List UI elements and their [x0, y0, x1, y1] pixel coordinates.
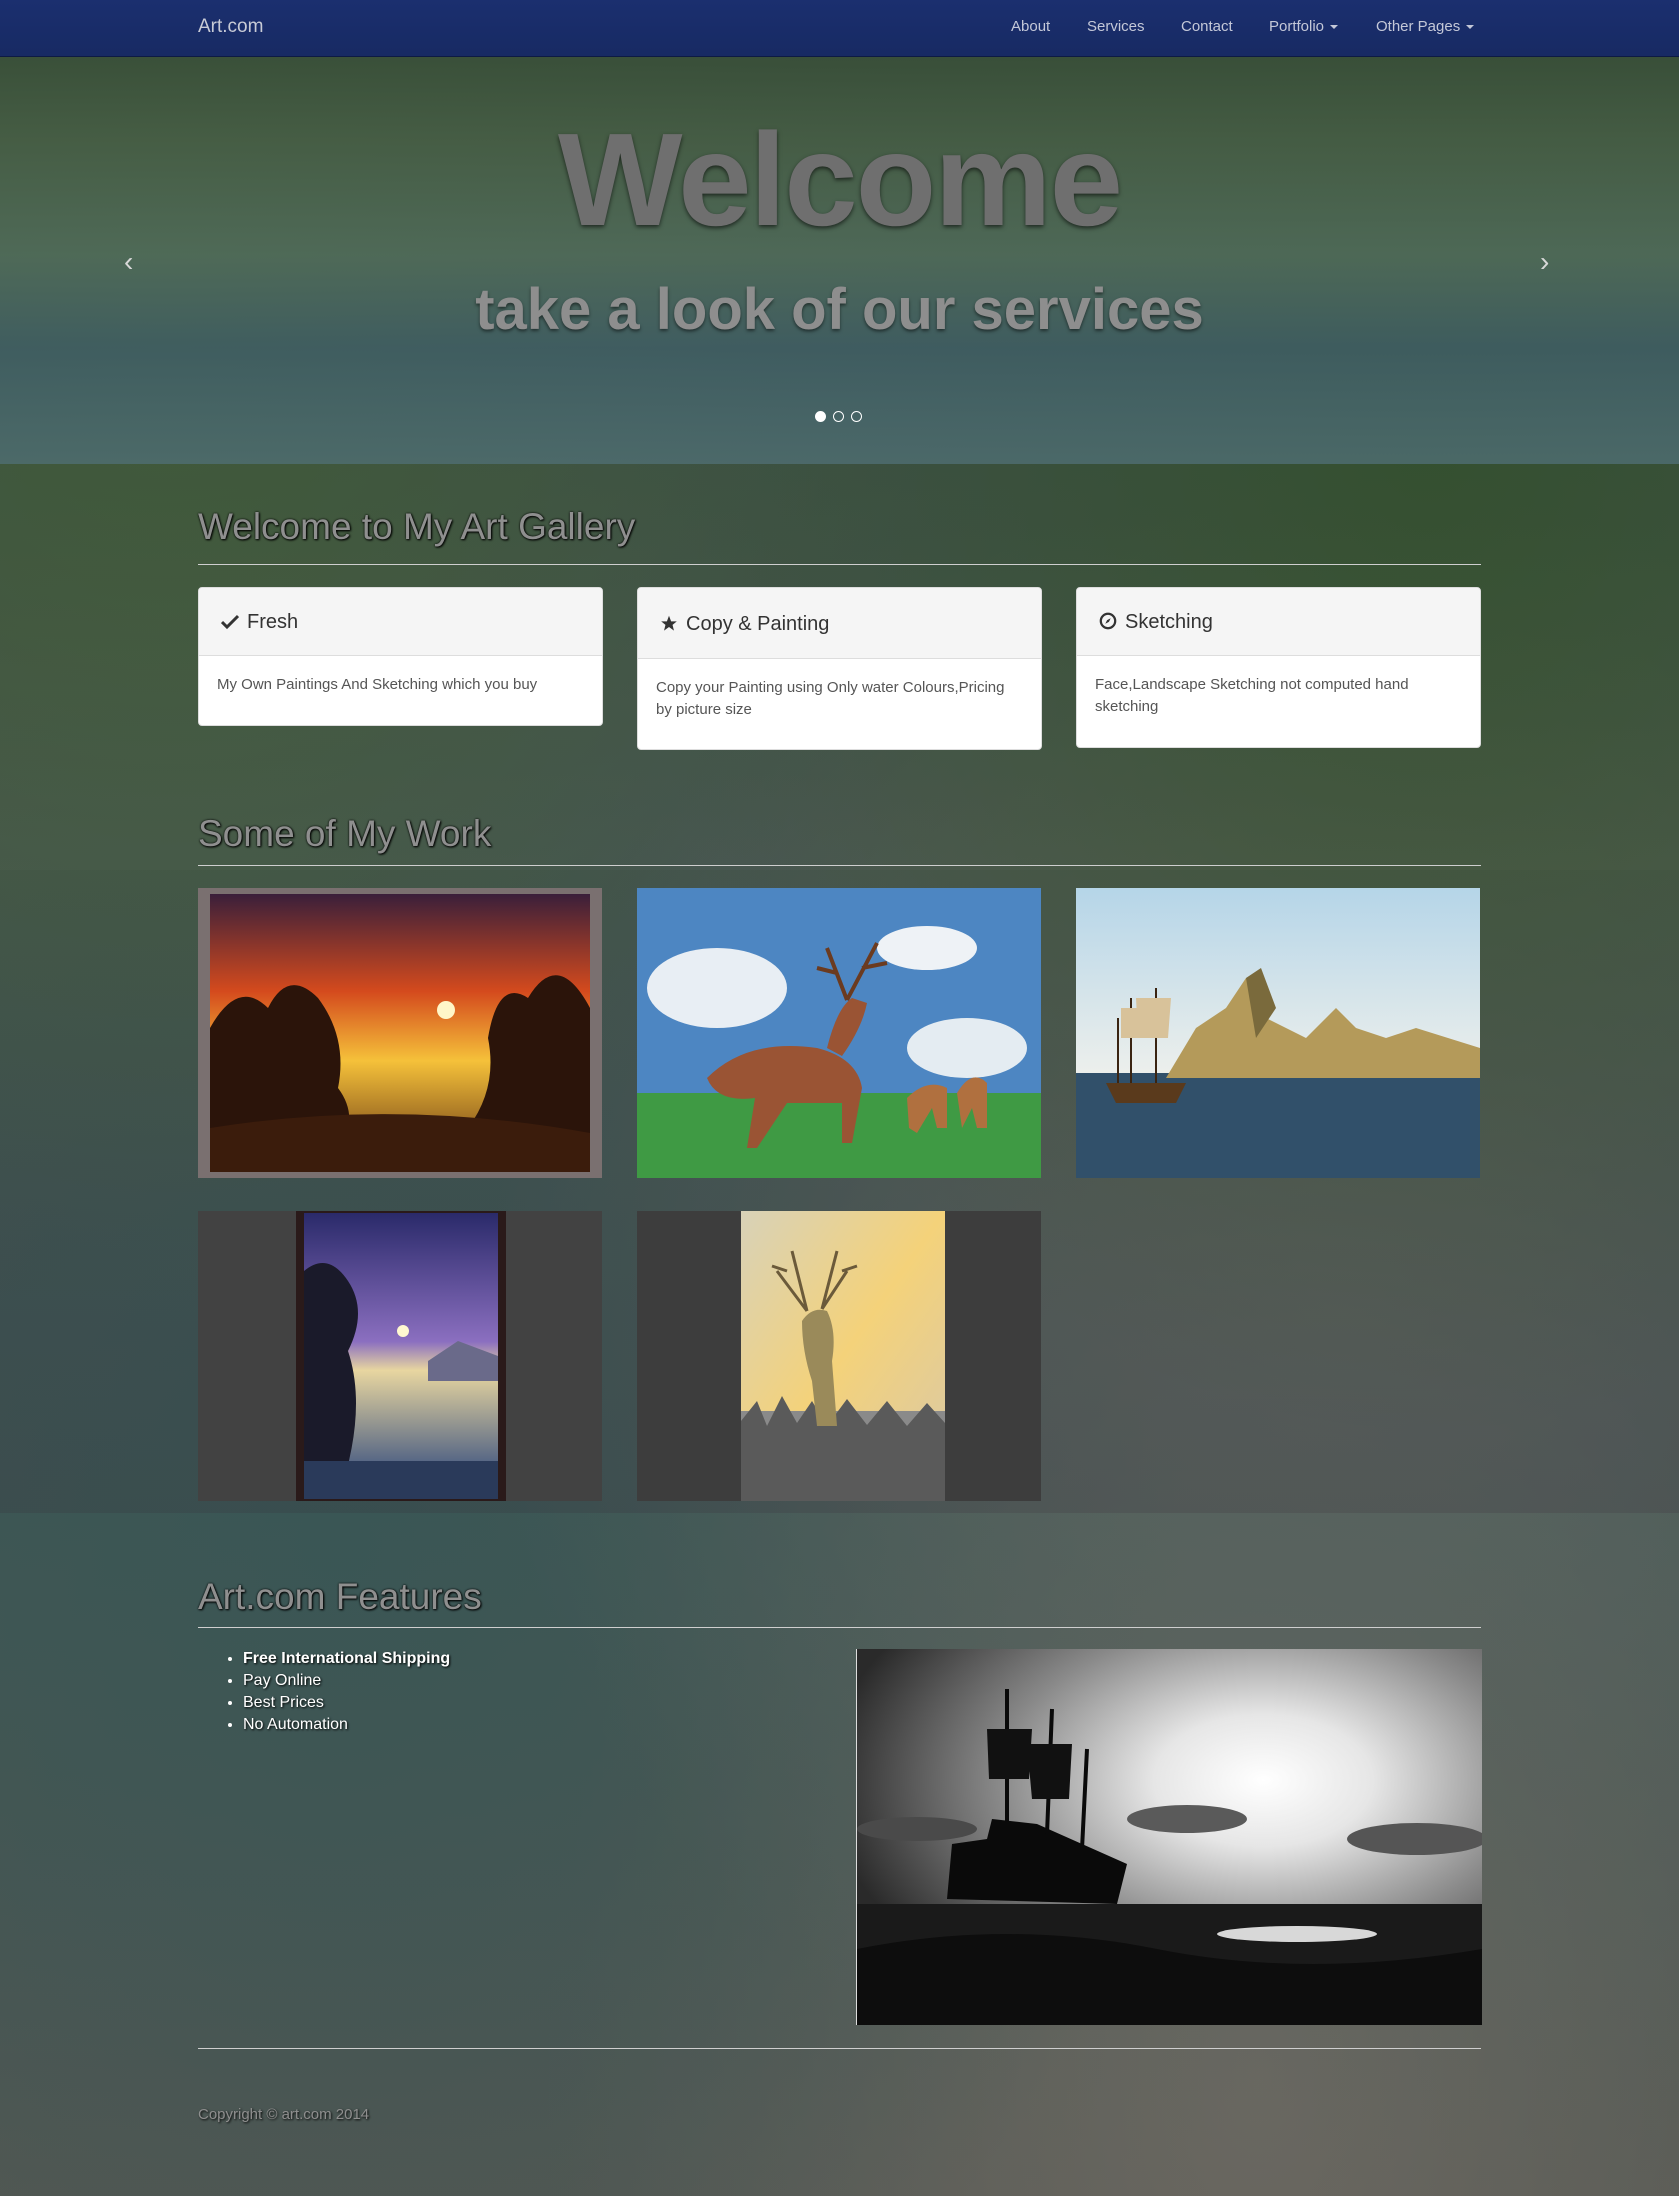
copyright-text: Copyright © art.com 2014 [198, 2106, 370, 2123]
panel-sketching: Sketching Face,Landscape Sketching not c… [1076, 587, 1481, 748]
section-divider [198, 1627, 1481, 1628]
brand-link[interactable]: Art.com [198, 16, 263, 38]
panel-title: Copy & Painting [686, 613, 830, 635]
panel-title: Sketching [1125, 611, 1213, 633]
stag-sketch-painting[interactable] [637, 1211, 1041, 1501]
ship-silhouette-image [857, 1649, 1482, 2025]
panel-fresh: Fresh My Own Paintings And Sketching whi… [198, 587, 603, 726]
nav-link-services[interactable]: Services [1087, 18, 1145, 35]
night-lake-painting[interactable] [198, 1211, 602, 1501]
carousel-prev-icon[interactable]: ‹ [124, 246, 133, 278]
panel-body: Copy your Painting using Only water Colo… [656, 679, 1005, 718]
work-section-title: Some of My Work [198, 813, 492, 854]
star-icon [661, 615, 677, 631]
sunset-painting[interactable] [198, 888, 602, 1178]
night-lake-painting-image [198, 1211, 602, 1501]
nav-link-contact[interactable]: Contact [1181, 18, 1233, 35]
deer-painting-image [637, 888, 1041, 1178]
carousel-next-icon[interactable]: › [1540, 246, 1549, 278]
panel-body: Face,Landscape Sketching not computed ha… [1095, 676, 1409, 715]
nav-dropdown-portfolio[interactable]: Portfolio [1269, 18, 1339, 35]
carousel-indicator[interactable] [851, 411, 862, 422]
hero-subtitle: take a look of our services [475, 277, 1204, 342]
nav-dropdown-other-pages[interactable]: Other Pages [1376, 18, 1475, 35]
deer-painting[interactable] [637, 888, 1041, 1178]
caret-down-icon [1466, 25, 1475, 30]
hero-title: Welcome [557, 106, 1123, 253]
panel-heading: Copy & Painting [638, 588, 1041, 659]
feature-item: Pay Online [243, 1670, 450, 1692]
gallery-section-title: Welcome to My Art Gallery [198, 506, 636, 547]
nav-link-about[interactable]: About [1011, 18, 1050, 35]
check-icon [220, 614, 240, 630]
hero-carousel: Welcome take a look of our services ‹ › [0, 56, 1679, 464]
footer-divider [198, 2048, 1481, 2049]
ship-silhouette-photo [856, 1649, 1482, 2025]
nav-dropdown-label: Other Pages [1376, 18, 1461, 35]
stag-sketch-painting-image [637, 1211, 1041, 1501]
feature-item: Free International Shipping [243, 1648, 450, 1670]
carousel-indicator-active[interactable] [815, 411, 826, 422]
panel-title: Fresh [247, 611, 299, 633]
panel-heading: Sketching [1077, 588, 1480, 656]
section-divider [198, 865, 1481, 866]
nav-dropdown-label: Portfolio [1269, 18, 1325, 35]
panel-copy-painting: Copy & Painting Copy your Painting using… [637, 587, 1042, 750]
carousel-indicator[interactable] [833, 411, 844, 422]
panel-heading: Fresh [199, 588, 602, 656]
compass-icon [1099, 612, 1117, 630]
sunset-painting-image [198, 888, 602, 1178]
feature-item: No Automation [243, 1714, 450, 1736]
feature-item: Best Prices [243, 1692, 450, 1714]
panel-body: My Own Paintings And Sketching which you… [217, 676, 538, 693]
section-divider [198, 564, 1481, 565]
features-list: Free International Shipping Pay Online B… [223, 1648, 450, 1736]
ship-seascape-painting[interactable] [1076, 888, 1480, 1178]
ship-seascape-painting-image [1076, 888, 1480, 1178]
features-section-title: Art.com Features [198, 1576, 482, 1617]
navbar: Art.com About Services Contact Portfolio… [0, 0, 1679, 57]
caret-down-icon [1330, 25, 1339, 30]
